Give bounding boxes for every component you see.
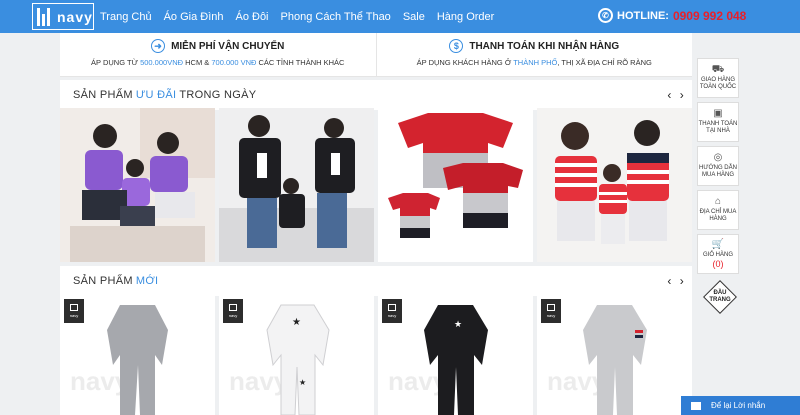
- shirt-icon: [388, 304, 396, 311]
- nav-sale[interactable]: Sale: [403, 11, 425, 23]
- shipping-title: MIỄN PHÍ VẬN CHUYỂN: [171, 40, 285, 52]
- main-menu: Trang Chủ Áo Gia Đình Áo Đôi Phong Cách …: [100, 0, 506, 33]
- sidebar-cart[interactable]: 🛒 GIỎ HÀNG (0): [697, 234, 739, 274]
- product-card[interactable]: navy ★ navy: [378, 295, 533, 415]
- brand-badge: navy: [223, 299, 243, 323]
- phone-icon: ✆: [598, 8, 613, 23]
- cart-icon: 🛒: [711, 238, 725, 250]
- hotline-number: 0909 992 048: [672, 8, 747, 23]
- svg-text:navy: navy: [229, 366, 289, 396]
- store-icon: ⌂: [714, 196, 722, 207]
- nav-family-shirts[interactable]: Áo Gia Đình: [164, 11, 224, 23]
- brand-badge: navy: [541, 299, 561, 323]
- top-navigation-bar: navy Trang Chủ Áo Gia Đình Áo Đôi Phong …: [0, 0, 800, 33]
- sidebar-shipping[interactable]: ⛟ GIAO HÀNG TOÀN QUỐC: [697, 58, 739, 98]
- shirt-icon: [547, 304, 555, 311]
- product-photo[interactable]: [537, 108, 692, 262]
- cod-note: ÁP DỤNG KHÁCH HÀNG Ở THÀNH PHỐ, THỊ XÃ Đ…: [416, 58, 652, 67]
- section-title-prefix: SẢN PHẨM: [73, 275, 133, 287]
- svg-text:★: ★: [299, 378, 306, 387]
- product-card[interactable]: [60, 108, 215, 262]
- shipping-note: ÁP DỤNG TỪ 500.000VNĐ HCM & 700.000 VNĐ …: [91, 58, 345, 67]
- shirt-icon: [229, 304, 237, 311]
- prev-arrow-icon[interactable]: ‹: [667, 88, 671, 102]
- nav-order[interactable]: Hàng Order: [437, 11, 494, 23]
- service-sidebar: ⛟ GIAO HÀNG TOÀN QUỐC ▣ THANH TOÁN TẠI N…: [697, 58, 739, 278]
- mail-icon: [691, 401, 701, 410]
- shirt-icon: [70, 304, 78, 311]
- svg-text:★: ★: [292, 317, 301, 328]
- sidebar-store-address[interactable]: ⌂ ĐỊA CHỈ MUA HÀNG: [697, 190, 739, 230]
- sidebar-guide[interactable]: ◎ HƯỚNG DẪN MUA HÀNG: [697, 146, 739, 186]
- svg-text:★: ★: [454, 319, 462, 329]
- back-to-top-label: ĐẦU TRANG: [709, 290, 731, 303]
- product-card[interactable]: [537, 108, 692, 262]
- nav-home[interactable]: Trang Chủ: [100, 11, 152, 23]
- leave-message-button[interactable]: Để lại Lời nhắn: [681, 396, 800, 415]
- brand-badge: navy: [64, 299, 84, 323]
- new-section-header: SẢN PHẨM MỚI ‹ ›: [60, 266, 692, 296]
- truck-icon: ⛟: [711, 64, 725, 75]
- brand-badge: navy: [382, 299, 402, 323]
- promo-products-grid: [60, 108, 692, 262]
- next-arrow-icon[interactable]: ›: [680, 88, 684, 102]
- money-icon: ▣: [713, 108, 723, 119]
- navy-logo[interactable]: navy: [32, 3, 94, 30]
- product-card[interactable]: navy navy: [60, 295, 215, 415]
- prev-arrow-icon[interactable]: ‹: [667, 274, 671, 288]
- product-card[interactable]: [378, 108, 533, 262]
- dollar-icon: $: [449, 39, 464, 53]
- cod-policy: $ THANH TOÁN KHI NHẬN HÀNG ÁP DỤNG KHÁCH …: [375, 33, 693, 76]
- leave-message-label: Để lại Lời nhắn: [711, 401, 766, 410]
- hotline-label: HOTLINE:: [617, 9, 669, 22]
- main-content: ➜ MIỄN PHÍ VẬN CHUYỂN ÁP DỤNG TỪ 500.000V…: [60, 33, 692, 415]
- promo-section-header: SẢN PHẨM ƯU ĐÃI TRONG NGÀY ‹ ›: [60, 80, 692, 110]
- product-photo[interactable]: [60, 108, 215, 262]
- next-arrow-icon[interactable]: ›: [680, 274, 684, 288]
- free-shipping-policy: ➜ MIỄN PHÍ VẬN CHUYỂN ÁP DỤNG TỪ 500.000V…: [60, 33, 376, 76]
- section-title-suffix: TRONG NGÀY: [179, 89, 257, 101]
- back-to-top-button[interactable]: ĐẦU TRANG: [703, 280, 737, 314]
- section-title-prefix: SẢN PHẨM: [73, 89, 133, 101]
- product-card[interactable]: [219, 108, 374, 262]
- cod-title: THANH TOÁN KHI NHẬN HÀNG: [469, 40, 620, 52]
- nav-sport-style[interactable]: Phong Cách Thể Thao: [281, 11, 391, 23]
- section-title-highlight: ƯU ĐÃI: [135, 89, 177, 101]
- policy-bar: ➜ MIỄN PHÍ VẬN CHUYỂN ÁP DỤNG TỪ 500.000V…: [60, 33, 692, 77]
- hotline[interactable]: ✆ HOTLINE: 0909 992 048: [598, 8, 746, 23]
- product-photo[interactable]: [378, 108, 533, 262]
- product-card[interactable]: navy ★ ★ navy: [219, 295, 374, 415]
- sidebar-payment[interactable]: ▣ THANH TOÁN TẠI NHÀ: [697, 102, 739, 142]
- logo-mark-icon: [37, 7, 53, 26]
- truck-icon: ➜: [151, 39, 166, 53]
- guide-icon: ◎: [713, 152, 723, 163]
- product-card[interactable]: navy navy: [537, 295, 692, 415]
- logo-text: navy: [57, 8, 93, 25]
- nav-couple-shirts[interactable]: Áo Đôi: [235, 11, 268, 23]
- product-photo[interactable]: [219, 108, 374, 262]
- cart-count: (0): [712, 258, 724, 269]
- section-title-highlight: MỚI: [135, 275, 159, 287]
- new-products-grid: navy navy navy ★ ★ navy navy ★ navy navy…: [60, 295, 692, 415]
